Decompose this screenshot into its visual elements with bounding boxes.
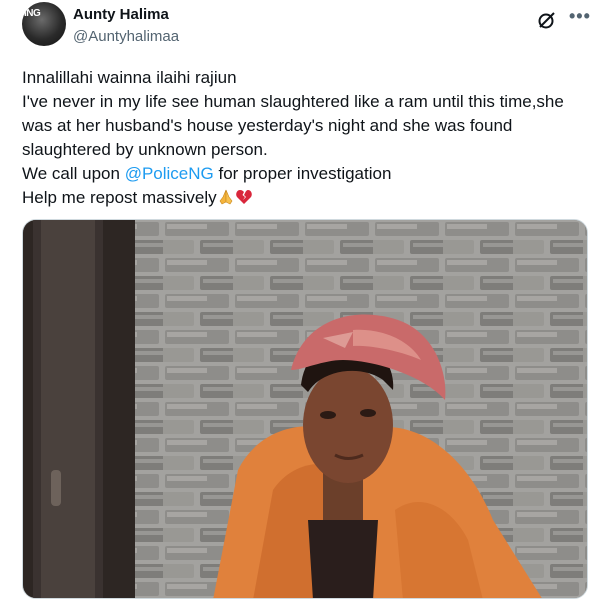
author-display-name[interactable]: Aunty Halima <box>73 6 169 23</box>
photo-content <box>23 220 587 598</box>
tweet-line-4: slaughtered by unknown person. <box>22 140 268 159</box>
tweet-line-5-prefix: We call upon <box>22 164 125 183</box>
tweet-text: Innalillahi wainna ilaihi rajiun I've ne… <box>22 66 587 210</box>
tweet-line-2: I've never in my life see human slaughte… <box>22 92 564 111</box>
avatar-watermark: ING <box>24 8 41 19</box>
folded-hands-icon <box>219 189 232 205</box>
grok-icon[interactable] <box>537 10 557 30</box>
mention-link[interactable]: @PoliceNG <box>125 164 214 183</box>
author-handle[interactable]: @Auntyhalimaa <box>73 28 179 45</box>
tweet-line-5: We call upon @PoliceNG for proper invest… <box>22 162 587 186</box>
tweet-line-6-text: Help me repost massively <box>22 188 217 207</box>
more-options-icon[interactable]: ••• <box>569 6 591 27</box>
tweet-line-6: Help me repost massively <box>22 186 587 210</box>
tweet-line-5-suffix: for proper investigation <box>213 164 392 183</box>
tweet-line-3: was at her husband's house yesterday's n… <box>22 116 513 135</box>
tweet-line-1: Innalillahi wainna ilaihi rajiun <box>22 68 237 87</box>
broken-heart-icon <box>235 190 252 204</box>
tweet-photo[interactable] <box>22 219 588 599</box>
author-avatar[interactable]: ING <box>22 2 66 46</box>
